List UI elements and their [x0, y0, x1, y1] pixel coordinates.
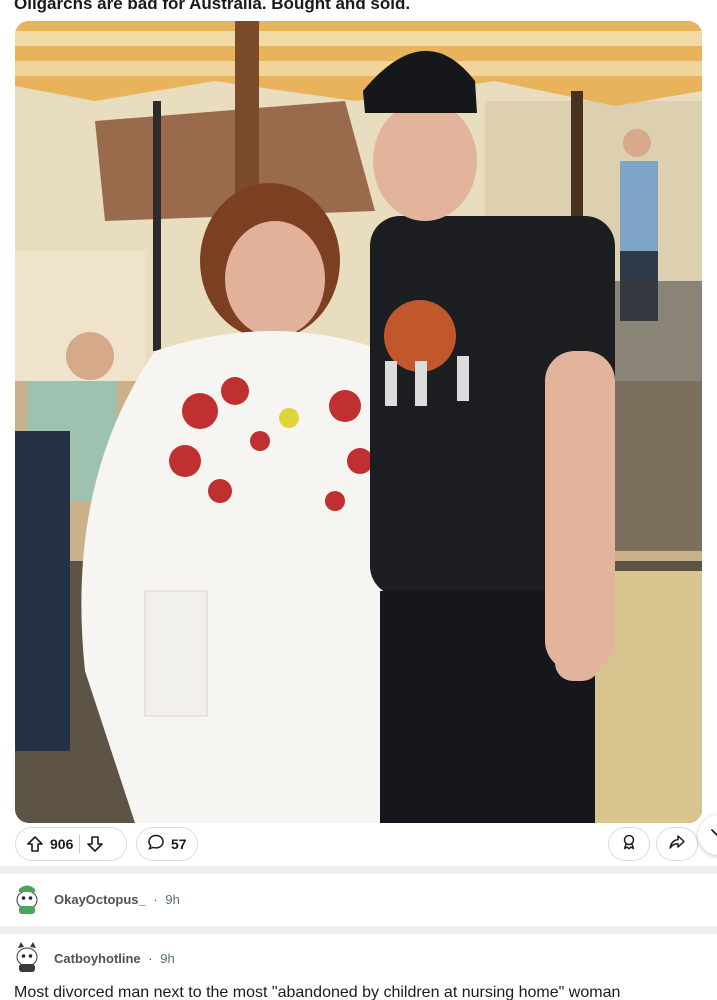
chevron-down-icon: [709, 824, 717, 847]
vote-separator: [79, 835, 81, 853]
section-divider: [0, 926, 717, 934]
comment-item: OkayOctopus_ · 9h: [0, 874, 717, 926]
comment-timestamp: 9h: [165, 892, 180, 907]
comment-count: 57: [171, 836, 187, 852]
comment-meta: OkayOctopus_ · 9h: [54, 892, 180, 907]
section-divider: [0, 866, 717, 874]
comment-body: Most divorced man next to the most "aban…: [14, 984, 621, 1000]
award-icon: [620, 833, 638, 856]
share-icon: [668, 833, 686, 856]
comment-username[interactable]: OkayOctopus_: [54, 892, 146, 907]
meta-separator: ·: [153, 892, 158, 907]
meta-separator: ·: [148, 951, 153, 966]
share-button[interactable]: [656, 827, 698, 861]
comment-timestamp: 9h: [160, 951, 175, 966]
post-action-bar: 906 57: [15, 815, 717, 861]
speech-bubble-icon: [147, 833, 165, 856]
award-button[interactable]: [608, 827, 650, 861]
photo-illustration: [15, 21, 702, 823]
arrow-up-icon[interactable]: [26, 835, 44, 853]
vote-control: 906: [15, 827, 127, 861]
post-image[interactable]: [15, 21, 702, 823]
comment-meta: Catboyhotline · 9h: [54, 951, 175, 966]
arrow-down-icon[interactable]: [86, 835, 104, 853]
comment-username[interactable]: Catboyhotline: [54, 951, 141, 966]
comments-button[interactable]: 57: [136, 827, 198, 861]
vote-count: 906: [50, 836, 74, 852]
comment-item: Catboyhotline · 9h Most divorced man nex…: [0, 934, 717, 1000]
avatar[interactable]: [10, 880, 44, 914]
avatar[interactable]: [10, 938, 44, 972]
expand-button[interactable]: [698, 815, 717, 855]
post-title: Oligarchs are bad for Australia. Bought …: [14, 0, 411, 13]
